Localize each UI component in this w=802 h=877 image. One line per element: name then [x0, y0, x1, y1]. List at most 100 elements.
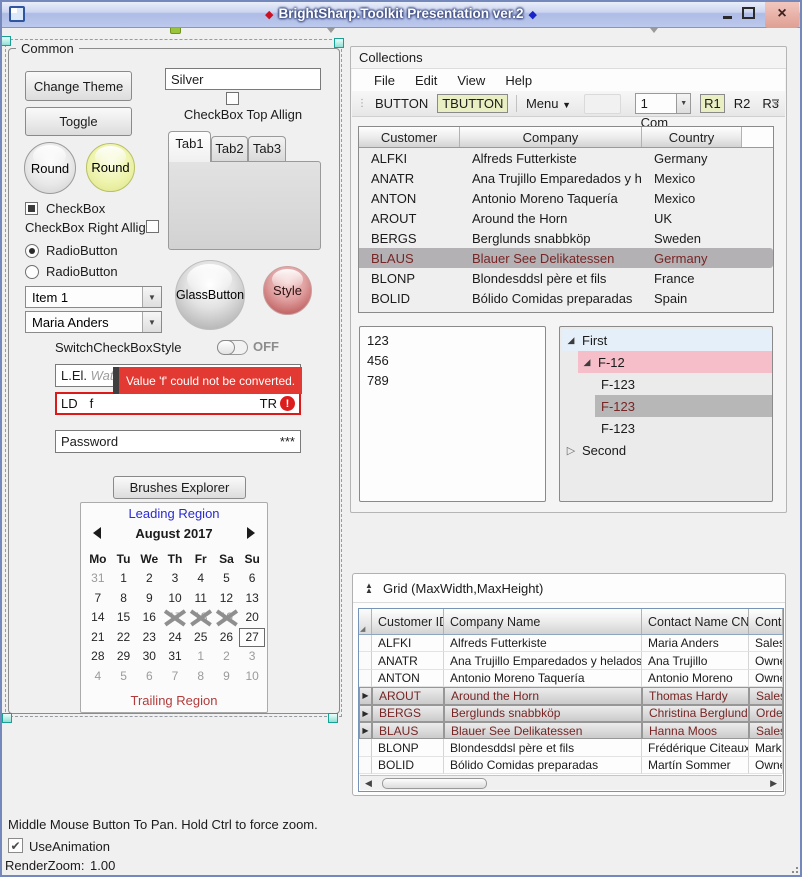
toolbar-button[interactable]: BUTTON	[375, 96, 428, 111]
table-row[interactable]: BOLIDBólido Comidas preparadasMartín Som…	[359, 757, 783, 774]
row-header[interactable]: ▶	[359, 722, 372, 739]
table-row[interactable]: BLONPBlondesddsl père et filsFrédérique …	[359, 739, 783, 756]
close-button[interactable]: ×	[765, 1, 799, 28]
minimize-button[interactable]	[718, 4, 738, 24]
brushes-explorer-button[interactable]: Brushes Explorer	[113, 476, 246, 499]
calendar-day[interactable]: 10	[162, 589, 188, 609]
tree-expander-icon[interactable]: ▷	[562, 444, 580, 457]
calendar-day[interactable]: 3	[239, 647, 265, 667]
table-row[interactable]: ALFKIAlfreds FutterkisteMaria AndersSale…	[359, 635, 783, 652]
table-row[interactable]: BLONPBlondesddsl père et filsFrance	[359, 268, 773, 288]
calendar-day[interactable]: 26	[214, 628, 240, 648]
calendar-month-label[interactable]: August 2017	[81, 526, 267, 541]
calendar-day[interactable]: 11	[188, 589, 214, 609]
scroll-right-icon[interactable]: ▶	[770, 778, 777, 789]
table-row[interactable]: ANTONAntonio Moreno TaqueríaMexico	[359, 188, 773, 208]
calendar-day[interactable]: 2	[136, 569, 162, 589]
scrollbar-thumb[interactable]	[382, 778, 487, 789]
calendar-day[interactable]: 6	[239, 569, 265, 589]
calendar-day[interactable]: 6	[136, 667, 162, 687]
calendar-day[interactable]: 25	[188, 628, 214, 648]
selection-handle[interactable]	[1, 36, 11, 46]
calendar-day[interactable]: 9	[214, 667, 240, 687]
calendar-day[interactable]: 22	[111, 628, 137, 648]
row-header[interactable]	[359, 757, 372, 774]
calendar-day[interactable]: 2	[214, 647, 240, 667]
calendar-day[interactable]: 28	[85, 647, 111, 667]
silver-textbox[interactable]: Silver	[165, 68, 321, 90]
calendar-next-button[interactable]	[247, 527, 255, 539]
row-header[interactable]	[359, 739, 372, 756]
table-row[interactable]: ANATRAna Trujillo Emparedados y heladosA…	[359, 652, 783, 669]
list-item[interactable]: 123	[360, 330, 545, 350]
row-header[interactable]	[359, 635, 372, 652]
calendar-day[interactable]: 8	[111, 589, 137, 609]
calendar-day[interactable]: 8	[188, 667, 214, 687]
checkbox[interactable]	[25, 202, 38, 215]
calendar-day[interactable]: 24	[162, 628, 188, 648]
column-header-customer[interactable]: Customer	[359, 127, 460, 147]
row-header[interactable]: ▶	[359, 705, 372, 722]
menu-item-file[interactable]: File	[364, 73, 405, 88]
tree-item-first[interactable]: ◢First	[562, 329, 772, 351]
tree-expander-icon[interactable]: ◢	[578, 357, 596, 368]
tree-item-f-123[interactable]: F-123	[595, 373, 772, 395]
list-item[interactable]: 456	[360, 350, 545, 370]
switch-knob[interactable]	[217, 340, 235, 355]
row-header[interactable]	[359, 652, 372, 669]
toggle-button[interactable]: Toggle	[25, 107, 132, 136]
switch-toggle[interactable]	[217, 340, 248, 355]
calendar-day[interactable]: 31	[85, 569, 111, 589]
calendar-day[interactable]: 5	[214, 569, 240, 589]
table-row[interactable]: ▶BLAUSBlauer See DelikatessenHanna MoosS…	[359, 722, 783, 739]
scroll-left-icon[interactable]: ◀	[365, 778, 372, 789]
radio-button-2[interactable]	[25, 265, 39, 279]
change-theme-button[interactable]: Change Theme	[25, 71, 132, 101]
calendar-day[interactable]: 7	[85, 589, 111, 609]
calendar-day[interactable]: 31	[162, 647, 188, 667]
calendar-day[interactable]: 16	[136, 608, 162, 628]
calendar-day[interactable]: 4	[85, 667, 111, 687]
selection-handle[interactable]	[2, 713, 12, 723]
calendar-day[interactable]: 21	[85, 628, 111, 648]
tree-item-f-12[interactable]: ◢F-12	[578, 351, 772, 373]
menu-item-help[interactable]: Help	[495, 73, 542, 88]
checkbox-right-align[interactable]	[146, 220, 159, 233]
menu-item-view[interactable]: View	[447, 73, 495, 88]
list-item[interactable]: 789	[360, 370, 545, 390]
calendar-day[interactable]: 3	[162, 569, 188, 589]
calendar-day[interactable]: 19	[214, 608, 240, 628]
tree-item-f-123[interactable]: F-123	[595, 417, 772, 439]
toolbar-grip[interactable]: ⋮	[357, 98, 366, 109]
calendar-day[interactable]: 20	[239, 608, 265, 628]
tree-item-f-123[interactable]: F-123	[595, 395, 772, 417]
calendar-day[interactable]: 29	[111, 647, 137, 667]
column-header-country[interactable]: Country	[642, 127, 742, 147]
calendar-day[interactable]: 1	[188, 647, 214, 667]
column-header-customer-id[interactable]: Customer ID	[372, 609, 444, 634]
checkbox-top-align[interactable]	[226, 92, 239, 105]
maximize-button[interactable]	[738, 4, 760, 24]
table-row[interactable]: ALFKIAlfreds FutterkisteGermany	[359, 148, 773, 168]
table-row[interactable]: BLAUSBlauer See DelikatessenGermany	[359, 248, 773, 268]
error-textbox[interactable]: LD f TR	[55, 392, 301, 415]
style-button[interactable]: Style	[263, 266, 312, 315]
column-header-company[interactable]: Company	[460, 127, 642, 147]
calendar-day[interactable]: 5	[111, 667, 137, 687]
calendar-day[interactable]: 15	[111, 608, 137, 628]
horizontal-scrollbar[interactable]: ◀ ▶	[360, 775, 782, 790]
app-icon[interactable]	[9, 6, 25, 22]
calendar-day[interactable]: 1	[111, 569, 137, 589]
toolbar-overflow-button[interactable]	[771, 99, 780, 106]
radio-button-1[interactable]	[25, 244, 39, 258]
tree-expander-icon[interactable]: ◢	[562, 335, 580, 346]
menu-item-edit[interactable]: Edit	[405, 73, 447, 88]
toolbar-empty-combobox[interactable]	[584, 94, 621, 114]
calendar-day[interactable]: 12	[214, 589, 240, 609]
column-header-company-name[interactable]: Company Name	[444, 609, 642, 634]
calendar-day[interactable]: 23	[136, 628, 162, 648]
toolbar-combobox[interactable]: 1 Com▼	[635, 93, 691, 114]
customer-combobox[interactable]: Maria Anders▼	[25, 311, 162, 333]
calendar-day[interactable]: 17	[162, 608, 188, 628]
round-button-2[interactable]: Round	[86, 143, 135, 192]
